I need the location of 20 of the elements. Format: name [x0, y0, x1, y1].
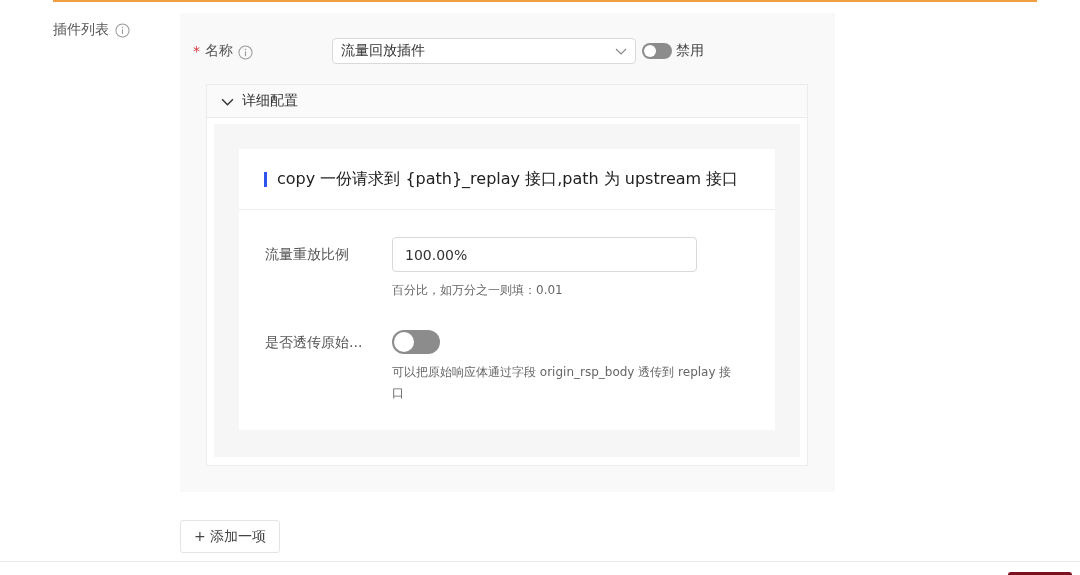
- field-label: 是否透传原始...: [265, 333, 364, 352]
- submit-button[interactable]: [1008, 572, 1072, 575]
- required-mark: *: [193, 43, 200, 59]
- collapse-header[interactable]: 详细配置: [207, 85, 807, 118]
- accent-bar: [264, 171, 267, 187]
- card-title: copy 一份请求到 {path}_replay 接口,path 为 upstream 接口: [277, 168, 739, 190]
- help-text: 可以把原始响应体通过字段 origin_rsp_body 透传到 replay 接口: [392, 364, 733, 402]
- plugin-select[interactable]: 流量回放插件: [332, 38, 636, 64]
- help-text: 百分比，如万分之一则填：0.01: [392, 282, 564, 299]
- input-field[interactable]: 100.00%: [392, 237, 697, 272]
- info-icon: [238, 44, 253, 60]
- toggle-switch[interactable]: [392, 330, 440, 354]
- toggle-label: 禁用: [676, 42, 704, 60]
- toggle-switch[interactable]: [642, 43, 672, 59]
- plugin-list-label: 插件列表: [53, 21, 109, 39]
- collapse-title: 详细配置: [242, 92, 298, 110]
- field-label: 流量重放比例: [265, 245, 350, 264]
- name-label: 名称: [205, 42, 233, 60]
- add-item-button[interactable]: + 添加一项: [180, 520, 281, 553]
- info-icon: [115, 23, 130, 38]
